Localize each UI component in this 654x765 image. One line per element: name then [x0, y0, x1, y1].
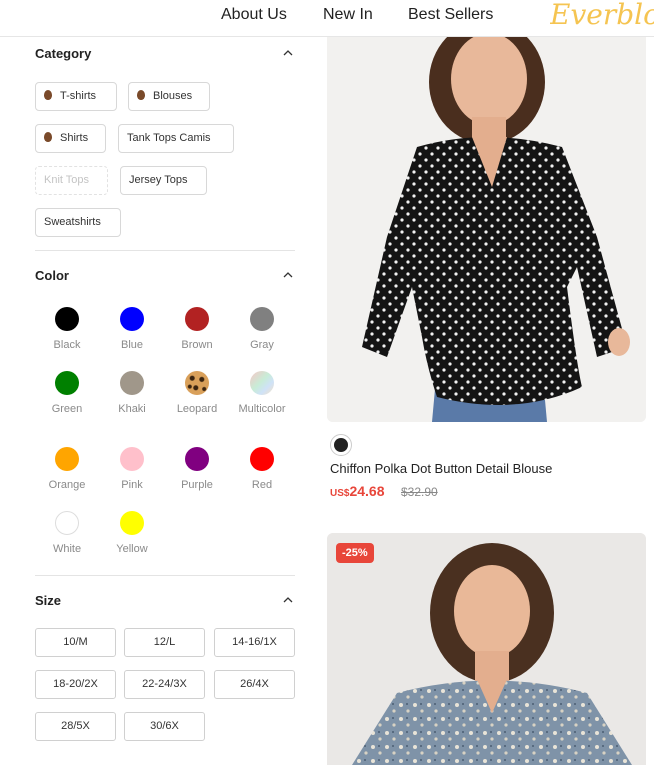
color-option-purple[interactable]: Purple	[167, 447, 227, 491]
multicolor-swatch	[250, 371, 274, 395]
nav-new-in[interactable]: New In	[323, 6, 373, 24]
swatch	[120, 447, 144, 471]
color-option-pink[interactable]: Pink	[102, 447, 162, 491]
leopard-pattern-swatch	[185, 371, 209, 395]
color-option-brown[interactable]: Brown	[167, 307, 227, 351]
swatch	[55, 447, 79, 471]
category-section-header[interactable]: Category	[35, 45, 295, 65]
size-title: Size	[35, 593, 62, 608]
color-title: Color	[35, 268, 69, 283]
chevron-up-icon[interactable]	[283, 595, 293, 605]
chip-label: T-shirts	[60, 90, 97, 102]
product-image[interactable]	[327, 37, 646, 422]
color-option-yellow[interactable]: Yellow	[102, 511, 162, 555]
swatch	[185, 447, 209, 471]
swatch-label: Green	[51, 403, 83, 415]
size-option-22-24-3x[interactable]: 22-24/3X	[124, 670, 205, 699]
swatch	[250, 307, 274, 331]
swatch-label: White	[52, 543, 82, 555]
size-option-18-20-2x[interactable]: 18-20/2X	[35, 670, 116, 699]
color-option-red[interactable]: Red	[232, 447, 292, 491]
chip-label: Tank Tops Camis	[127, 132, 211, 144]
size-option-12l[interactable]: 12/L	[124, 628, 205, 657]
color-option-blue[interactable]: Blue	[102, 307, 162, 351]
fire-icon	[137, 90, 145, 100]
color-option-green[interactable]: Green	[37, 371, 97, 415]
color-section-header[interactable]: Color	[35, 267, 295, 287]
chevron-up-icon[interactable]	[283, 270, 293, 280]
product-photo-polka-dot-blouse	[327, 37, 646, 422]
currency-label: US$	[330, 488, 350, 499]
category-chip-blouses[interactable]: Blouses	[128, 82, 210, 111]
swatch-label: Orange	[48, 479, 86, 491]
category-chip-knit-tops: Knit Tops	[35, 166, 108, 195]
divider	[35, 575, 295, 576]
chip-label: Blouses	[153, 90, 193, 102]
swatch-label: Blue	[120, 339, 144, 351]
category-chip-tank-tops-camis[interactable]: Tank Tops Camis	[118, 124, 234, 153]
swatch-label: Multicolor	[238, 403, 286, 415]
category-chip-sweatshirts[interactable]: Sweatshirts	[35, 208, 121, 237]
category-chip-shirts[interactable]: Shirts	[35, 124, 106, 153]
category-chip-tshirts[interactable]: T-shirts	[35, 82, 117, 111]
price-value: 24.68	[349, 483, 385, 499]
product-title[interactable]: Chiffon Polka Dot Button Detail Blouse	[330, 461, 552, 476]
swatch-label: Gray	[250, 339, 274, 351]
swatch	[334, 438, 348, 452]
swatch	[250, 447, 274, 471]
color-option-white[interactable]: White	[37, 511, 97, 555]
discount-badge: -25%	[336, 543, 374, 563]
size-option-14-16-1x[interactable]: 14-16/1X	[214, 628, 295, 657]
color-variant-dot[interactable]	[330, 434, 352, 456]
size-option-30-6x[interactable]: 30/6X	[124, 712, 205, 741]
size-option-10m[interactable]: 10/M	[35, 628, 116, 657]
swatch-label: Leopard	[176, 403, 218, 415]
swatch-label: Yellow	[116, 543, 148, 555]
color-option-leopard[interactable]: Leopard	[167, 371, 227, 415]
swatch	[185, 307, 209, 331]
nav-about-us[interactable]: About Us	[221, 6, 287, 24]
chip-label: Knit Tops	[44, 174, 90, 186]
swatch-label: Brown	[181, 339, 213, 351]
swatch	[55, 307, 79, 331]
swatch	[120, 511, 144, 535]
size-option-26-4x[interactable]: 26/4X	[214, 670, 295, 699]
color-option-multicolor[interactable]: Multicolor	[232, 371, 292, 415]
swatch	[55, 371, 79, 395]
product-image[interactable]	[327, 533, 646, 765]
swatch-label: Khaki	[118, 403, 146, 415]
site-header: About Us New In Best Sellers Everbloom	[0, 0, 654, 37]
category-chip-jersey-tops[interactable]: Jersey Tops	[120, 166, 207, 195]
chevron-up-icon[interactable]	[283, 48, 293, 58]
category-title: Category	[35, 46, 92, 61]
chip-label: Sweatshirts	[44, 216, 101, 228]
chip-label: Shirts	[60, 132, 89, 144]
swatch-label: Pink	[121, 479, 143, 491]
swatch	[120, 307, 144, 331]
swatch-label: Purple	[181, 479, 213, 491]
swatch	[55, 511, 79, 535]
swatch-label: Black	[53, 339, 81, 351]
nav-best-sellers[interactable]: Best Sellers	[408, 6, 493, 24]
divider	[35, 250, 295, 251]
chip-label: Jersey Tops	[129, 174, 188, 186]
swatch	[120, 371, 144, 395]
fire-icon	[44, 90, 52, 100]
color-option-black[interactable]: Black	[37, 307, 97, 351]
size-section-header[interactable]: Size	[35, 592, 295, 612]
fire-icon	[44, 132, 52, 142]
product-photo-floral-blouse	[327, 533, 646, 765]
brand-logo[interactable]: Everbloom	[550, 0, 654, 31]
size-option-28-5x[interactable]: 28/5X	[35, 712, 116, 741]
color-option-orange[interactable]: Orange	[37, 447, 97, 491]
product-old-price: $32.90	[401, 485, 438, 499]
color-option-gray[interactable]: Gray	[232, 307, 292, 351]
swatch-label: Red	[251, 479, 273, 491]
product-price: US$24.68	[330, 483, 385, 499]
color-option-khaki[interactable]: Khaki	[102, 371, 162, 415]
